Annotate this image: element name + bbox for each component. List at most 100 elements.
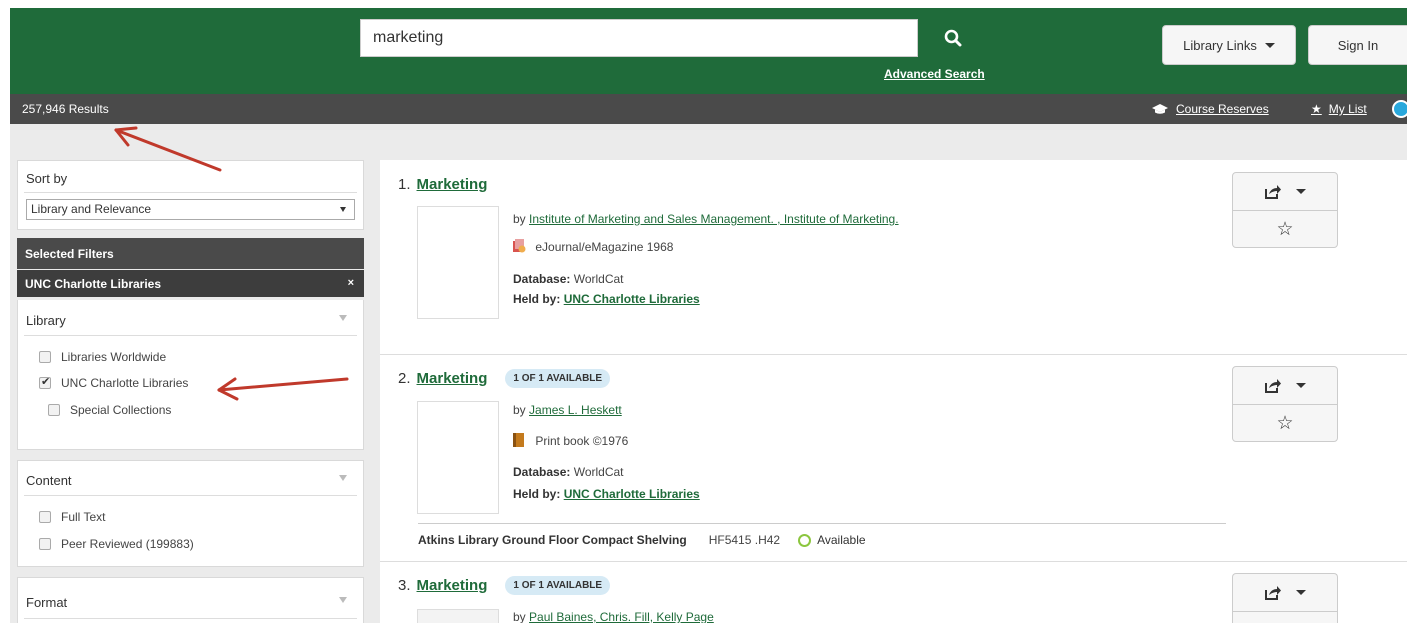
library-links-button[interactable]: Library Links: [1162, 25, 1296, 65]
result-title-link[interactable]: Marketing: [417, 176, 488, 193]
result-title-link[interactable]: Marketing: [417, 370, 488, 387]
active-filter-chip: UNC Charlotte Libraries ×: [17, 270, 364, 297]
content-facet-title: Content: [26, 473, 72, 488]
result-actions: ☆: [1232, 366, 1338, 442]
result-title-link[interactable]: Marketing: [417, 577, 488, 594]
result-format: eJournal/eMagazine 1968: [513, 239, 673, 254]
option-label: Special Collections: [70, 403, 172, 417]
result-authors: by Paul Baines, Chris. Fill, Kelly Page: [513, 610, 714, 623]
star-outline-icon: ☆: [1276, 412, 1294, 434]
my-list-label: My List: [1328, 102, 1367, 116]
by-prefix: by: [513, 212, 526, 226]
available-status-icon: [798, 533, 812, 547]
option-label: UNC Charlotte Libraries: [61, 376, 189, 390]
format-label: eJournal/eMagazine 1968: [535, 240, 674, 254]
content-option-full-text[interactable]: Full Text: [39, 510, 105, 524]
search-input[interactable]: marketing: [360, 19, 918, 57]
active-filter-label: UNC Charlotte Libraries: [25, 277, 162, 291]
cover-thumbnail[interactable]: [417, 609, 499, 623]
content-facet: Content Full Text Peer Reviewed (199883): [17, 460, 364, 567]
checkbox[interactable]: [39, 511, 51, 523]
result-actions: [1232, 573, 1338, 623]
result-2-title-row: 2. Marketing 1 OF 1 AVAILABLE: [398, 369, 611, 388]
database-label: Database:: [513, 272, 571, 286]
holding-location: Atkins Library Ground Floor Compact Shel…: [418, 533, 687, 547]
holding-status: Available: [817, 533, 866, 547]
advanced-search-link[interactable]: Advanced Search: [884, 67, 985, 81]
facet-toggle-icon[interactable]: [339, 475, 347, 481]
library-option-special-collections[interactable]: Special Collections: [48, 403, 171, 417]
database-value: WorldCat: [573, 465, 624, 479]
results-count: 257,946 Results: [22, 102, 109, 116]
author-link[interactable]: James L. Heskett: [529, 403, 622, 417]
sort-select-value: Library and Relevance: [31, 202, 152, 216]
share-button[interactable]: [1233, 574, 1337, 612]
library-links-label: Library Links: [1183, 37, 1257, 53]
result-number: 3.: [398, 577, 411, 594]
availability-badge: 1 OF 1 AVAILABLE: [505, 576, 611, 595]
result-format: Print book ©1976: [513, 433, 628, 448]
sign-in-button[interactable]: Sign In: [1308, 25, 1407, 65]
checkbox[interactable]: [48, 404, 60, 416]
held-by-link[interactable]: UNC Charlotte Libraries: [564, 487, 700, 501]
option-label: Full Text: [61, 510, 106, 524]
annotation-arrow-icon: [217, 377, 349, 401]
annotation-arrow-icon: [114, 126, 222, 172]
selected-filters-header: Selected Filters: [17, 238, 364, 269]
cover-thumbnail[interactable]: [417, 401, 499, 514]
author-link[interactable]: Institute of Marketing and Sales Managem…: [529, 212, 899, 226]
result-number: 2.: [398, 370, 411, 387]
library-option-unc-charlotte[interactable]: UNC Charlotte Libraries: [39, 375, 189, 390]
database-value: WorldCat: [573, 272, 624, 286]
checkbox[interactable]: [39, 538, 51, 550]
graduation-cap-icon: [1152, 103, 1168, 114]
held-by-label: Held by:: [513, 292, 561, 306]
held-by-link[interactable]: UNC Charlotte Libraries: [564, 292, 700, 306]
search-button[interactable]: [918, 19, 988, 57]
course-reserves-link[interactable]: Course Reserves: [1152, 102, 1269, 116]
share-button[interactable]: [1233, 367, 1337, 405]
star-icon: ★: [1311, 102, 1322, 116]
database-label: Database:: [513, 465, 571, 479]
course-reserves-label: Course Reserves: [1176, 102, 1269, 116]
sort-by-label: Sort by: [26, 171, 68, 186]
cover-thumbnail[interactable]: [417, 206, 499, 319]
save-to-list-button[interactable]: ☆: [1233, 405, 1337, 441]
author-link[interactable]: Paul Baines, Chris. Fill, Kelly Page: [529, 610, 714, 623]
sort-select[interactable]: Library and Relevance: [26, 199, 355, 220]
caret-down-icon: [1296, 590, 1306, 595]
library-option-worldwide[interactable]: Libraries Worldwide: [39, 350, 166, 364]
result-database: Database: WorldCat: [513, 272, 624, 286]
star-outline-icon: ☆: [1276, 218, 1294, 240]
top-header: marketing Advanced Search Library Links …: [10, 8, 1407, 94]
format-facet-title: Format: [26, 595, 68, 610]
result-divider: [380, 354, 1407, 355]
result-authors: by Institute of Marketing and Sales Mana…: [513, 212, 899, 226]
search-icon: [944, 29, 962, 47]
holding-divider: [418, 523, 1226, 524]
share-icon: [1265, 585, 1281, 600]
list-count-badge: [1392, 100, 1407, 118]
my-list-link[interactable]: ★ My List: [1311, 102, 1367, 116]
select-arrow-icon: [340, 207, 346, 212]
result-divider: [380, 561, 1407, 562]
caret-down-icon: [1296, 383, 1306, 388]
result-database: Database: WorldCat: [513, 465, 624, 479]
share-button[interactable]: [1233, 173, 1337, 211]
result-1-title-row: 1. Marketing: [398, 176, 487, 193]
checkbox-checked[interactable]: [39, 375, 51, 389]
by-prefix: by: [513, 610, 526, 623]
save-to-list-button[interactable]: ☆: [1233, 211, 1337, 247]
divider: [24, 335, 357, 336]
divider: [24, 192, 357, 193]
facet-toggle-icon[interactable]: [339, 597, 347, 603]
format-label: Print book ©1976: [535, 434, 629, 448]
divider: [24, 618, 357, 619]
remove-filter-button[interactable]: ×: [348, 277, 354, 289]
content-option-peer-reviewed[interactable]: Peer Reviewed (199883): [39, 537, 194, 551]
checkbox[interactable]: [39, 351, 51, 363]
share-icon: [1265, 378, 1281, 393]
book-icon: [513, 433, 524, 447]
caret-down-icon: [1264, 42, 1275, 48]
facet-toggle-icon[interactable]: [339, 315, 347, 321]
